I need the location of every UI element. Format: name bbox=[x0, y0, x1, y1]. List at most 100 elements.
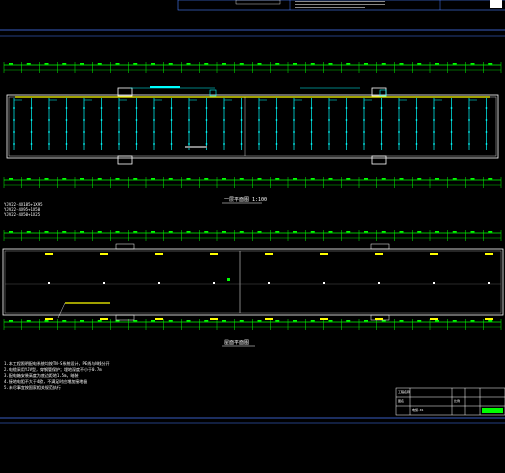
axis-label-mark bbox=[399, 320, 404, 322]
axis-label-mark bbox=[186, 231, 191, 233]
light-fixture bbox=[363, 143, 365, 145]
axis-label-mark bbox=[133, 231, 138, 233]
axis-label-mark bbox=[168, 320, 173, 322]
roof-marker-top bbox=[100, 253, 108, 255]
roof-marker-top bbox=[375, 253, 383, 255]
axis-label-mark bbox=[417, 320, 422, 322]
axis-label-mark bbox=[97, 63, 102, 65]
light-fixture bbox=[65, 131, 68, 133]
axis-label-mark bbox=[417, 178, 422, 180]
roof-marker-top bbox=[265, 253, 273, 255]
light-fixture bbox=[153, 119, 155, 121]
axis-label-mark bbox=[275, 231, 280, 233]
light-fixture bbox=[380, 107, 383, 109]
axis-label-mark bbox=[257, 63, 262, 65]
light-fixture bbox=[468, 143, 470, 145]
light-fixture bbox=[188, 119, 190, 121]
title-block-scale: 比例 bbox=[454, 399, 461, 403]
light-fixture bbox=[205, 143, 208, 145]
light-fixture bbox=[415, 131, 418, 133]
light-fixture bbox=[328, 119, 330, 121]
light-fixture bbox=[240, 119, 243, 121]
axis-label-mark bbox=[293, 63, 297, 65]
light-fixture bbox=[380, 143, 383, 145]
light-fixture bbox=[450, 107, 453, 109]
axis-label-mark bbox=[26, 320, 31, 322]
light-fixture bbox=[135, 143, 138, 145]
light-fixture bbox=[100, 131, 103, 133]
light-fixture bbox=[310, 131, 313, 133]
light-fixture bbox=[205, 107, 208, 109]
light-fixture bbox=[65, 143, 68, 145]
light-fixture bbox=[240, 143, 243, 145]
roof-midline-mark bbox=[158, 282, 160, 284]
roof-marker-bottom bbox=[430, 318, 438, 320]
light-fixture bbox=[65, 119, 68, 121]
axis-label-mark bbox=[9, 231, 13, 233]
axis-label-mark bbox=[97, 178, 102, 180]
axis-label-mark bbox=[275, 63, 280, 65]
light-fixture bbox=[188, 143, 190, 145]
axis-label-mark bbox=[44, 178, 49, 180]
axis-label-mark bbox=[470, 63, 475, 65]
light-fixture bbox=[468, 119, 470, 121]
light-fixture bbox=[258, 131, 260, 133]
axis-label-mark bbox=[399, 63, 404, 65]
light-fixture bbox=[258, 119, 260, 121]
axis-label-mark bbox=[115, 63, 120, 65]
light-fixture bbox=[170, 107, 173, 109]
light-fixture bbox=[118, 143, 120, 145]
light-fixture bbox=[223, 143, 225, 145]
axis-label-mark bbox=[222, 231, 226, 233]
axis-label-mark bbox=[9, 63, 13, 65]
light-fixture bbox=[223, 107, 225, 109]
axis-label-mark bbox=[97, 231, 102, 233]
light-fixture bbox=[310, 143, 313, 145]
light-fixture bbox=[328, 143, 330, 145]
axis-label-mark bbox=[62, 178, 67, 180]
light-fixture bbox=[205, 119, 208, 121]
design-note: 5.未尽事宜按国家相关规范执行 bbox=[4, 385, 61, 390]
light-fixture bbox=[118, 107, 120, 109]
axis-label-mark bbox=[293, 178, 297, 180]
axis-label-mark bbox=[186, 320, 191, 322]
light-fixture bbox=[433, 107, 435, 109]
axis-label-mark bbox=[115, 231, 120, 233]
axis-label-mark bbox=[97, 320, 102, 322]
axis-label-mark bbox=[222, 320, 226, 322]
axis-label-mark bbox=[488, 63, 493, 65]
title-block-drawing-name: 图名 bbox=[398, 399, 405, 403]
light-fixture bbox=[485, 143, 488, 145]
axis-label-mark bbox=[452, 320, 457, 322]
light-fixture bbox=[275, 143, 278, 145]
design-note: 3.配电箱安装高度为底边距地1.5m，暗装 bbox=[4, 373, 79, 378]
axis-label-mark bbox=[364, 320, 368, 322]
light-fixture bbox=[328, 131, 330, 133]
axis-label-mark bbox=[239, 63, 244, 65]
light-fixture bbox=[13, 143, 15, 145]
axis-label-mark bbox=[435, 320, 439, 322]
roof-midline-mark bbox=[103, 282, 105, 284]
light-fixture bbox=[275, 119, 278, 121]
axis-label-mark bbox=[417, 63, 422, 65]
light-fixture bbox=[398, 131, 400, 133]
cad-drawing-canvas[interactable] bbox=[0, 0, 505, 473]
light-fixture bbox=[380, 119, 383, 121]
roof-midline-mark bbox=[213, 282, 215, 284]
axis-label-mark bbox=[62, 231, 67, 233]
roof-marker-bottom bbox=[320, 318, 328, 320]
roof-marker-top bbox=[430, 253, 438, 255]
axis-label-mark bbox=[399, 231, 404, 233]
design-note: 4.接地电阻不大于4欧，不满足时应增加接地极 bbox=[4, 379, 88, 384]
roof-marker-bottom bbox=[485, 318, 493, 320]
roof-marker-top bbox=[210, 253, 218, 255]
axis-label-mark bbox=[186, 178, 191, 180]
light-fixture bbox=[485, 119, 488, 121]
axis-label-mark bbox=[239, 320, 244, 322]
axis-label-mark bbox=[44, 231, 49, 233]
light-fixture bbox=[310, 119, 313, 121]
axis-label-mark bbox=[44, 63, 49, 65]
light-fixture bbox=[48, 119, 50, 121]
axis-label-mark bbox=[151, 63, 155, 65]
light-fixture bbox=[135, 119, 138, 121]
